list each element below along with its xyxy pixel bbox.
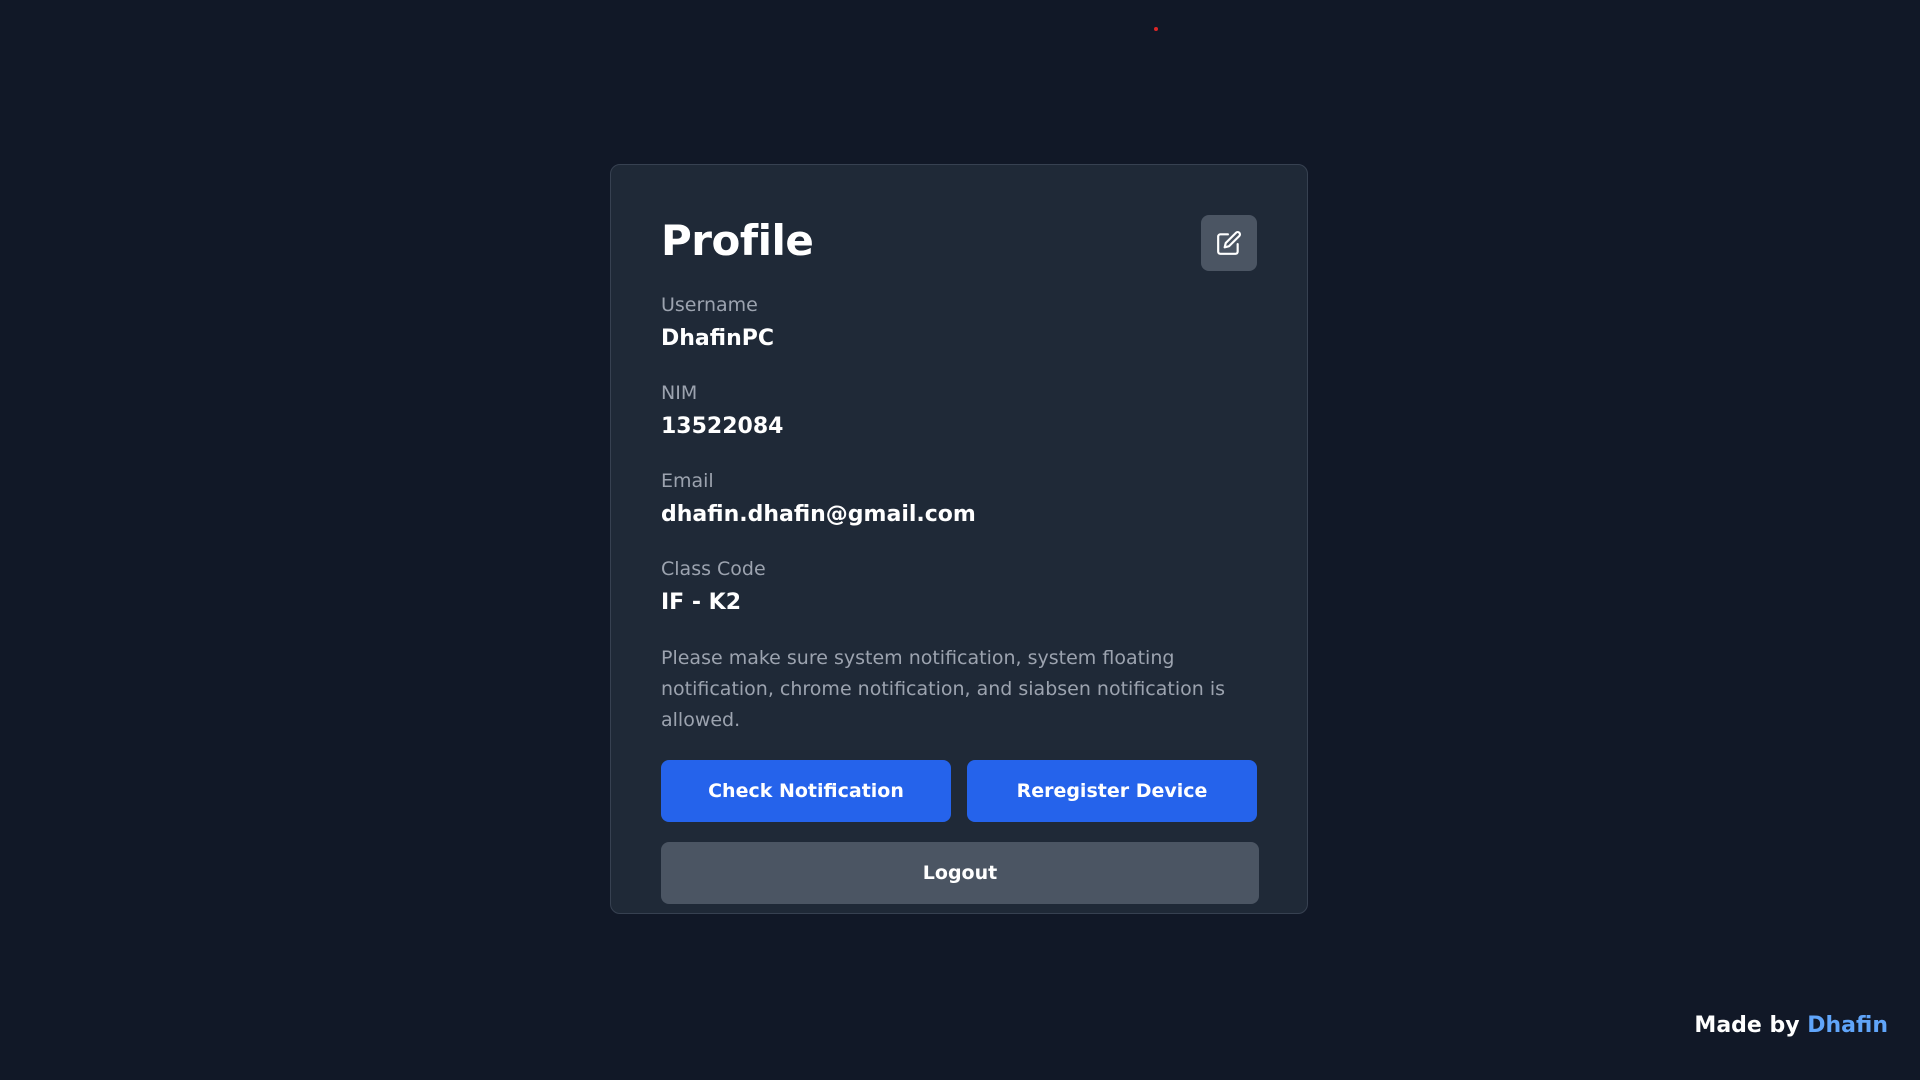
nim-label: NIM xyxy=(661,382,698,404)
logout-button[interactable]: Logout xyxy=(661,842,1259,904)
notification-notice: Please make sure system notification, sy… xyxy=(661,647,1225,731)
nim-field: NIM 13522084 xyxy=(661,381,1257,441)
card-header: Profile xyxy=(661,215,1257,271)
email-value: dhafin.dhafin@gmail.com xyxy=(661,502,976,527)
reregister-device-button[interactable]: Reregister Device xyxy=(967,760,1257,822)
email-field: Email dhafin.dhafin@gmail.com xyxy=(661,469,1257,529)
footer-credit: Made by Dhafin xyxy=(1694,1013,1888,1038)
footer-author-link[interactable]: Dhafin xyxy=(1807,1013,1888,1038)
indicator-dot xyxy=(1154,27,1158,31)
footer-prefix: Made by xyxy=(1694,1013,1800,1038)
class-code-field: Class Code IF - K2 xyxy=(661,557,1257,617)
class-code-label: Class Code xyxy=(661,558,766,580)
username-value: DhafinPC xyxy=(661,326,775,351)
nim-value: 13522084 xyxy=(661,414,784,439)
edit-square-icon xyxy=(1217,231,1241,255)
username-label: Username xyxy=(661,294,758,316)
page-title: Profile xyxy=(661,216,814,265)
class-code-value: IF - K2 xyxy=(661,590,742,615)
action-buttons: Check Notification Reregister Device xyxy=(661,760,1257,822)
edit-profile-button[interactable] xyxy=(1201,215,1257,271)
check-notification-button[interactable]: Check Notification xyxy=(661,760,951,822)
profile-fields: Username DhafinPC NIM 13522084 Email dha… xyxy=(661,293,1257,617)
profile-card: Profile Username DhafinPC NIM 13522084 E… xyxy=(610,164,1308,914)
page: Profile Username DhafinPC NIM 13522084 E… xyxy=(0,0,1920,1080)
username-field: Username DhafinPC xyxy=(661,293,1257,353)
email-label: Email xyxy=(661,470,714,492)
